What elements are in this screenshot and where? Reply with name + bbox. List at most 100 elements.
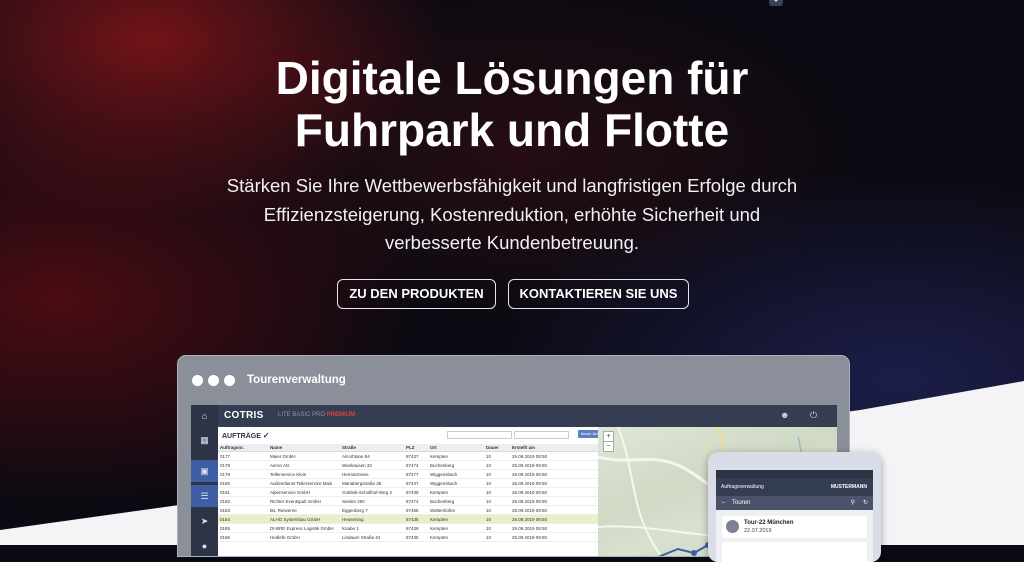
table-cell: 87474 xyxy=(404,496,428,506)
table-cell: Aeron AG xyxy=(268,460,340,470)
hero-subtitle: Stärken Sie Ihre Wettbewerbsfähigkeit un… xyxy=(190,172,834,258)
home-icon[interactable]: ⌂ xyxy=(191,405,218,427)
tour-card[interactable]: Tour-22 München 22.07.2019 xyxy=(722,516,867,538)
window-title: Tourenverwaltung xyxy=(247,374,346,386)
table-cell: DI-BRE Express Logistik GmbH xyxy=(268,523,340,533)
table-cell: 10 xyxy=(484,505,510,515)
table-cell: 0186 xyxy=(218,532,268,542)
table-row[interactable]: 0182 Richter Eventspult GmbH Seelen 250 874… xyxy=(218,496,598,506)
table-cell: 0177 xyxy=(218,451,268,461)
orders-icon[interactable]: ▣ xyxy=(191,460,218,482)
table-cell: Kempten xyxy=(428,487,484,497)
zoom-out-button[interactable]: − xyxy=(603,441,614,452)
user-icon[interactable]: ● xyxy=(769,0,783,6)
search-input[interactable] xyxy=(447,431,512,439)
table-row[interactable]: 0184 ALHO Systembau GmbH Heusening 87435 Kem… xyxy=(218,514,598,524)
table-cell: Alcorhtane 84 xyxy=(340,451,404,461)
app-topbar: COTRIS LITE BASIC PRO PREMIUM ☻ ⏻ xyxy=(218,405,837,427)
table-cell: 26.09.2019 09:50 xyxy=(510,505,598,515)
col-street[interactable]: Straße xyxy=(340,444,404,452)
check-circle-icon[interactable]: ✓ xyxy=(263,431,270,440)
table-cell: Alpenservice GmbH xyxy=(268,487,340,497)
table-cell: Gottlieb-Schollhof-Weg 2 xyxy=(340,487,404,497)
table-cell: Waltenhofen xyxy=(428,505,484,515)
hero-subtitle-line-2: Effizienzsteigerung, Kostenreduktion, er… xyxy=(263,203,761,225)
col-duration[interactable]: Dauer xyxy=(484,444,510,452)
table-row[interactable]: 0179 Tellerservice Klein Hermanniess 87477 W… xyxy=(218,469,598,479)
table-cell: Mariabergstraße 36 xyxy=(340,478,404,488)
table-cell: Bs. Riewerne xyxy=(268,505,340,515)
table-cell: Heusening xyxy=(340,514,404,524)
table-cell: Außendienst Tellerservice Mais xyxy=(268,478,340,488)
table-row[interactable]: 0186 Hedlefe GmbH Lindauer Straße 61 87435 K… xyxy=(218,532,598,542)
search-icon[interactable]: ⚲ xyxy=(851,499,855,506)
table-row[interactable]: 0183 Bs. Riewerne Eggenberg 7 87466 Waltenho… xyxy=(218,505,598,515)
table-cell: 26.09.2019 09:50 xyxy=(510,460,598,470)
window-dot-maximize xyxy=(224,375,235,386)
filter-input[interactable] xyxy=(514,431,569,439)
table-cell: 87437 xyxy=(404,451,428,461)
hero-subtitle-line-1: Stärken Sie Ihre Wettbewerbsfähigkeit un… xyxy=(226,175,798,196)
refresh-icon[interactable]: ↻ xyxy=(863,499,868,506)
table-cell: Tellerservice Klein xyxy=(268,469,340,479)
table-cell: 87439 xyxy=(404,523,428,533)
table-cell: 0184 xyxy=(218,514,268,524)
table-row[interactable]: 0177 Maier GmbH Alcorhtane 84 87437 Kempten 1… xyxy=(218,451,598,461)
settings-icon[interactable]: ● xyxy=(191,535,218,556)
table-cell: Kempten xyxy=(428,532,484,542)
window-dot-minimize xyxy=(208,375,219,386)
list-icon[interactable]: ☰ xyxy=(191,485,218,507)
table-cell: Hedlefe GmbH xyxy=(268,532,340,542)
products-button[interactable]: ZU DEN PRODUKTEN xyxy=(337,279,496,309)
table-cell: 26.09.2019 09:50 xyxy=(510,514,598,524)
tour-icon xyxy=(726,520,739,533)
col-city[interactable]: Ort xyxy=(428,444,484,452)
tablet-app-title: Auftragsverwaltung xyxy=(721,484,764,490)
hero-title-line-1: Digitale Lösungen für xyxy=(275,52,749,104)
table-cell: 0179 xyxy=(218,469,268,479)
table-cell: 0181 xyxy=(218,487,268,497)
table-cell: Maier GmbH xyxy=(268,451,340,461)
tablet-toolbar: ← Touren ⚲ ↻ xyxy=(716,496,873,510)
table-cell: Richter Eventspult GmbH xyxy=(268,496,340,506)
table-cell: 87474 xyxy=(404,460,428,470)
tablet-user[interactable]: MUSTERMANN xyxy=(831,484,867,490)
table-row[interactable]: 0178 Aeron AG Wankausen 33 87474 Buchenberg 1… xyxy=(218,460,598,470)
table-cell: 10 xyxy=(484,523,510,533)
contact-button[interactable]: KONTAKTIEREN SIE UNS xyxy=(508,279,689,309)
send-icon[interactable]: ➤ xyxy=(191,510,218,532)
users-icon[interactable]: ☻ xyxy=(780,410,789,420)
table-cell: 10 xyxy=(484,478,510,488)
power-icon[interactable]: ⏻ xyxy=(810,410,817,421)
col-order-no[interactable]: Auftragsnr. xyxy=(218,444,268,452)
orders-panel-title: AUFTRÄGE ✓ xyxy=(222,431,270,440)
col-created[interactable]: Erstellt am xyxy=(510,444,598,452)
col-name[interactable]: Name xyxy=(268,444,340,452)
hero-subtitle-line-3: verbesserte Kundenbetreuung. xyxy=(384,232,640,253)
tour-card-2[interactable] xyxy=(722,542,867,562)
back-arrow-icon[interactable]: ← xyxy=(721,499,727,505)
tablet-section-title: Touren xyxy=(732,500,751,506)
table-cell: 26.09.2019 09:50 xyxy=(510,532,598,542)
table-cell: Buchenberg xyxy=(428,496,484,506)
table-cell: Wiggensbach xyxy=(428,478,484,488)
dashboard-icon[interactable]: ▦ xyxy=(191,429,218,451)
table-cell: 10 xyxy=(484,460,510,470)
tour-name: Tour-22 München xyxy=(744,520,794,526)
table-cell: 87477 xyxy=(404,469,428,479)
table-cell: Lindauer Straße 61 xyxy=(340,532,404,542)
table-cell: Kempten xyxy=(428,451,484,461)
table-row[interactable]: 0180 Außendienst Tellerservice Mais Mariab… xyxy=(218,478,598,488)
table-cell: 0180 xyxy=(218,478,268,488)
tablet-mockup: Auftragsverwaltung MUSTERMANN ← Touren ⚲… xyxy=(708,452,881,562)
table-cell: 26.09.2019 09:50 xyxy=(510,523,598,533)
table-cell: 87466 xyxy=(404,505,428,515)
table-row[interactable]: 0181 Alpenservice GmbH Gottlieb-Schollhof-… xyxy=(218,487,598,497)
table-cell: 87439 xyxy=(404,487,428,497)
table-row[interactable]: 0185 DI-BRE Express Logistik GmbH Knabe 18… xyxy=(218,523,598,533)
hero-title-line-2: Fuhrpark und Flotte xyxy=(294,104,730,156)
table-cell: 0185 xyxy=(218,523,268,533)
plan-premium: PREMIUM xyxy=(326,412,356,418)
table-cell: 0182 xyxy=(218,496,268,506)
col-zip[interactable]: PLZ xyxy=(404,444,428,452)
